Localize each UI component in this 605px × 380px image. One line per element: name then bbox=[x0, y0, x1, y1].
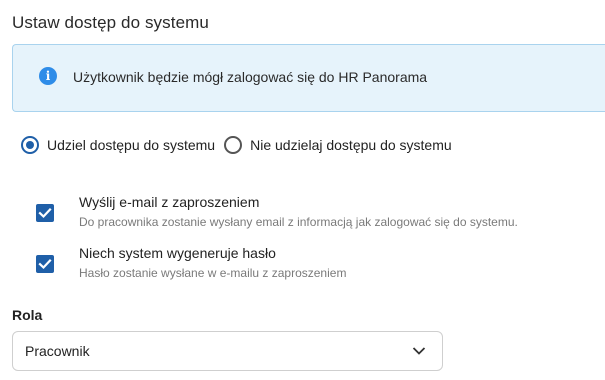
generate-password-option: Niech system wygeneruje hasło Hasło zost… bbox=[36, 244, 346, 281]
info-icon: i bbox=[39, 67, 57, 85]
info-text: Użytkownik będzie mógł zalogować się do … bbox=[73, 69, 428, 85]
send-invite-checkbox[interactable] bbox=[36, 204, 54, 222]
generate-password-description: Hasło zostanie wysłane w e-mailu z zapro… bbox=[79, 266, 347, 280]
generate-password-checkbox[interactable] bbox=[36, 255, 54, 273]
generate-password-label: Niech system wygeneruje hasło bbox=[79, 245, 276, 261]
send-invite-description: Do pracownika zostanie wysłany email z i… bbox=[79, 215, 518, 229]
access-radio-group: Udziel dostępu do systemu Nie udzielaj d… bbox=[21, 135, 461, 155]
radio-deny-label: Nie udzielaj dostępu do systemu bbox=[250, 137, 452, 153]
radio-deny-access[interactable]: Nie udzielaj dostępu do systemu bbox=[224, 136, 461, 154]
section-title: Ustaw dostęp do systemu bbox=[12, 13, 209, 32]
send-invite-label: Wyślij e-mail z zaproszeniem bbox=[79, 194, 260, 210]
chevron-down-icon bbox=[412, 347, 426, 355]
role-select[interactable]: Pracownik bbox=[12, 331, 443, 371]
radio-unchecked-icon[interactable] bbox=[224, 136, 243, 154]
role-select-value: Pracownik bbox=[25, 343, 90, 359]
radio-grant-label: Udziel dostępu do systemu bbox=[47, 137, 216, 153]
radio-checked-icon[interactable] bbox=[21, 136, 39, 154]
checkmark-icon bbox=[38, 207, 52, 219]
info-banner: i Użytkownik będzie mógł zalogować się d… bbox=[12, 44, 605, 112]
send-invite-option: Wyślij e-mail z zaproszeniem Do pracowni… bbox=[36, 193, 518, 230]
radio-grant-access[interactable]: Udziel dostępu do systemu bbox=[21, 136, 224, 154]
role-label: Rola bbox=[12, 307, 43, 323]
checkmark-icon bbox=[38, 258, 52, 270]
